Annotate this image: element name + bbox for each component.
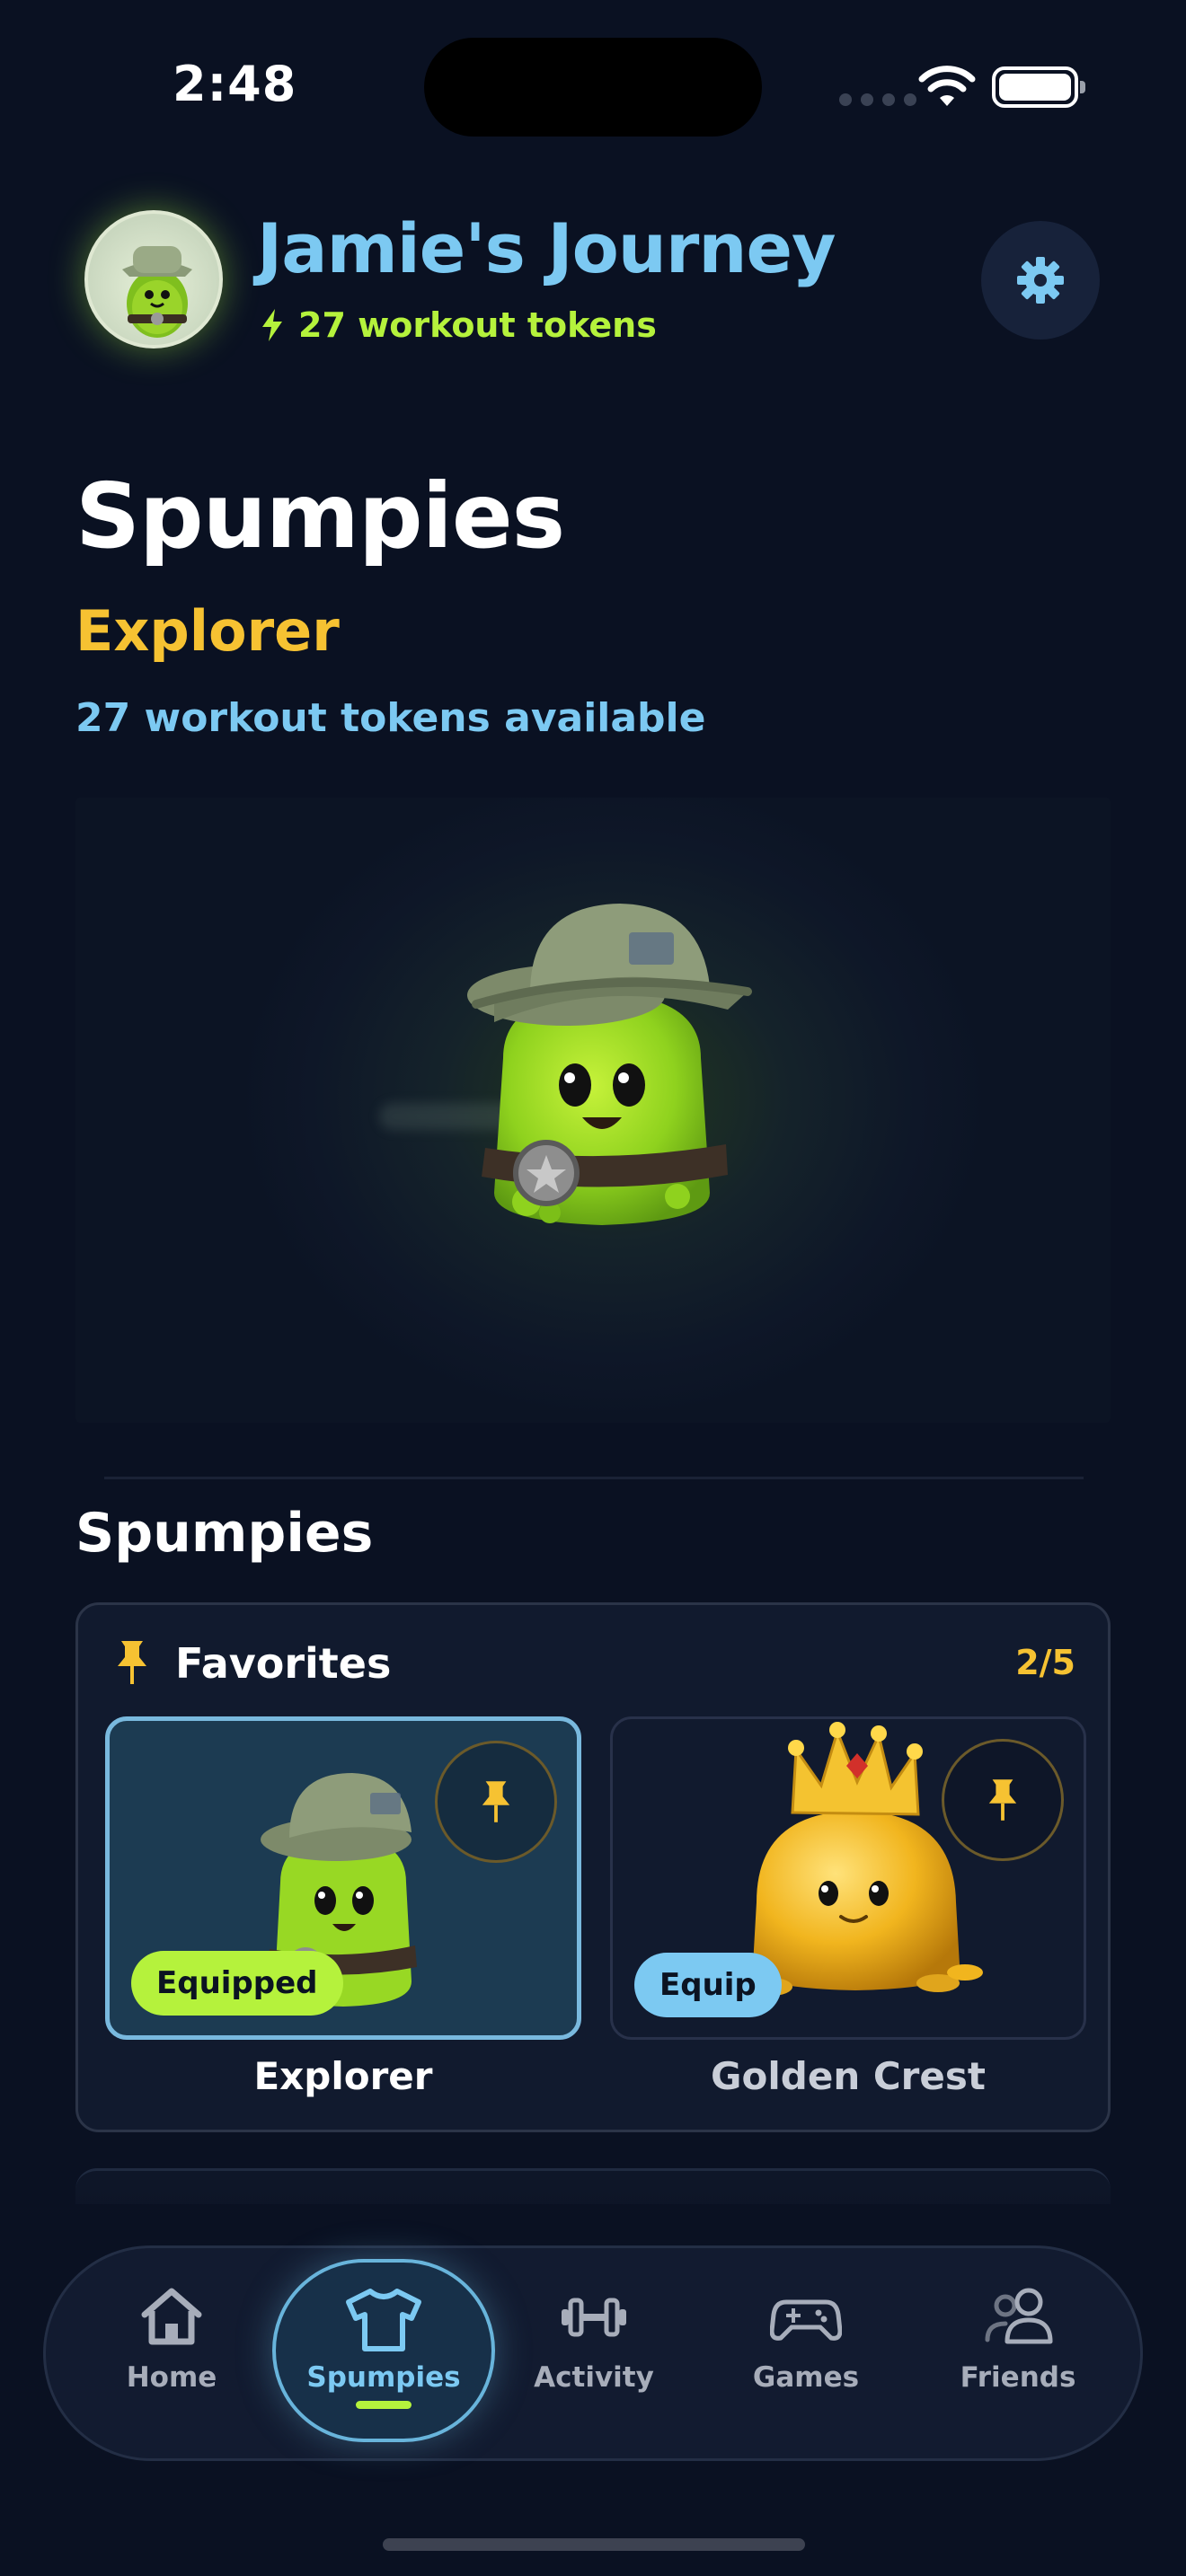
equip-button[interactable]: Equip (634, 1953, 782, 2017)
header-title: Jamie's Journey (257, 208, 836, 288)
tab-spumpies[interactable]: Spumpies (272, 2259, 495, 2442)
tab-friends[interactable]: Friends (928, 2284, 1108, 2428)
gamepad-icon (770, 2299, 842, 2341)
token-summary: 27 workout tokens (259, 305, 657, 345)
token-count: 27 workout tokens (298, 305, 657, 345)
favorites-card: Favorites 2/5 Equipped Equip Explorer Go… (75, 1602, 1111, 2132)
dynamic-island (424, 38, 762, 137)
tokens-available: 27 workout tokens available (75, 695, 706, 741)
active-tab-indicator (356, 2401, 412, 2409)
tab-games[interactable]: Games (716, 2284, 896, 2428)
unpin-button[interactable] (942, 1739, 1064, 1861)
section-divider (104, 1477, 1084, 1479)
home-icon (141, 2288, 202, 2345)
friends-icon (985, 2288, 1053, 2344)
tab-activity-label: Activity (534, 2361, 654, 2394)
hero-character-stage (75, 798, 1111, 1423)
tile-name-explorer: Explorer (253, 2054, 433, 2098)
tab-home-label: Home (126, 2361, 217, 2394)
gear-icon (1017, 257, 1064, 304)
equipped-badge: Equipped (131, 1951, 343, 2016)
unpin-button[interactable] (435, 1741, 557, 1863)
battery-icon (992, 66, 1085, 108)
app-screen: 2:48 Jamie's Journey 27 workout tokens S… (0, 0, 1186, 2576)
wifi-icon (918, 66, 976, 106)
tab-home[interactable]: Home (82, 2284, 261, 2428)
pin-icon (118, 1641, 146, 1684)
explorer-spumpy-image (467, 904, 752, 1225)
pin-icon (482, 1781, 510, 1822)
tshirt-icon (346, 2289, 421, 2351)
tab-spumpies-label: Spumpies (306, 2361, 461, 2394)
settings-button[interactable] (981, 221, 1100, 340)
spumpy-tile-golden-crest[interactable]: Equip (610, 1716, 1086, 2040)
home-indicator[interactable] (383, 2538, 805, 2551)
bottom-tab-bar: Home Spumpies Activity Games Friends (43, 2245, 1143, 2461)
tab-friends-label: Friends (960, 2361, 1076, 2394)
pin-icon (988, 1779, 1017, 1821)
tile-name-golden-crest: Golden Crest (711, 2054, 986, 2098)
equipped-spumpy-name: Explorer (75, 598, 340, 664)
tab-games-label: Games (752, 2361, 860, 2394)
status-time: 2:48 (173, 56, 297, 112)
tab-activity[interactable]: Activity (504, 2284, 684, 2428)
cellular-signal-icon (839, 93, 916, 106)
spumpy-tile-explorer[interactable]: Equipped (105, 1716, 581, 2040)
bolt-icon (262, 309, 282, 341)
favorites-count: 2/5 (1015, 1643, 1075, 1682)
dumbbell-icon (562, 2298, 626, 2337)
favorites-label: Favorites (175, 1639, 392, 1688)
avatar[interactable] (84, 210, 223, 348)
section-title: Spumpies (75, 1502, 374, 1565)
page-title: Spumpies (75, 463, 565, 569)
